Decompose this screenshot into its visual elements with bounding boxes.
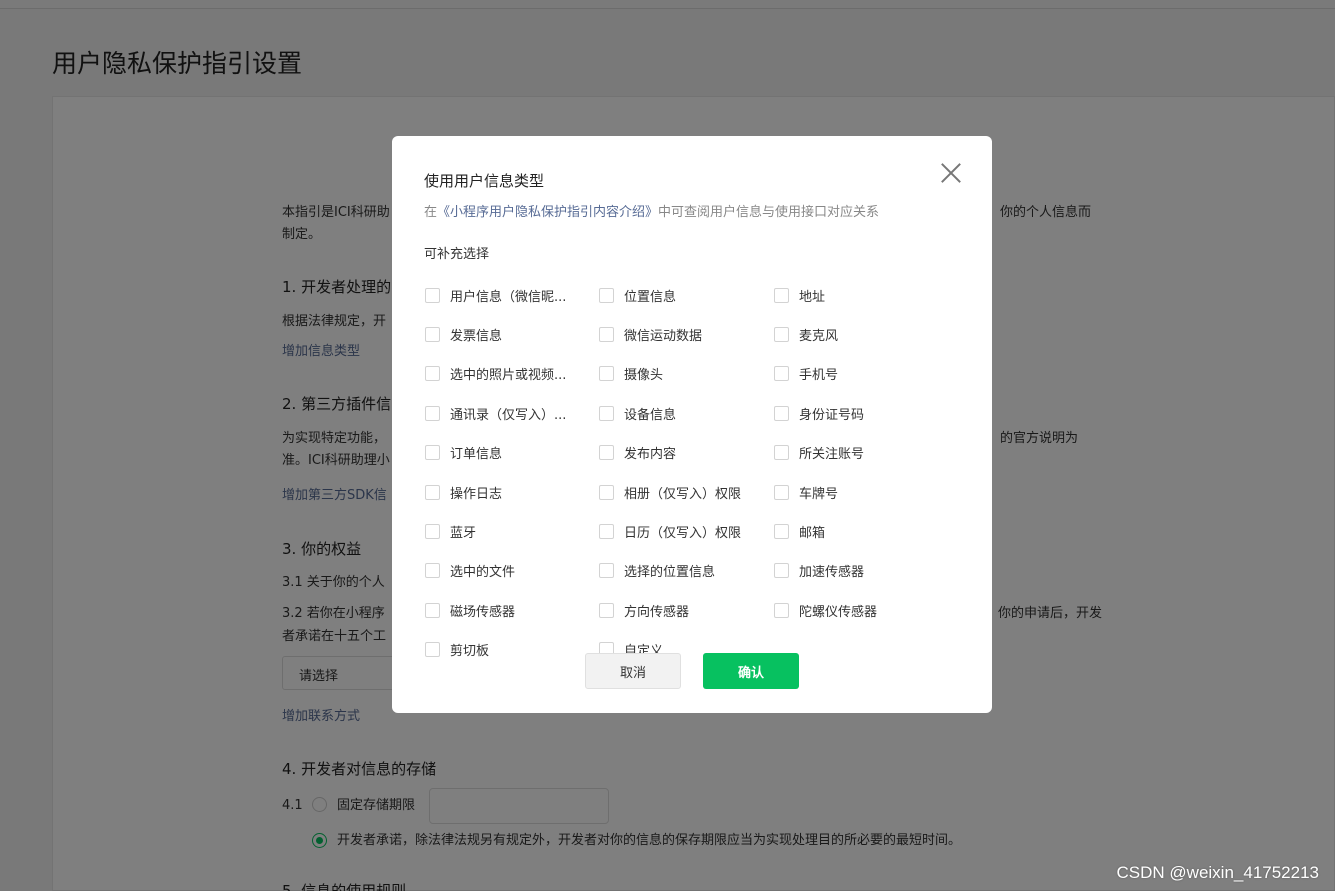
checkbox[interactable] [425, 326, 440, 342]
checkbox[interactable] [774, 563, 789, 579]
checkbox[interactable] [774, 287, 789, 303]
option-label: 所关注账号 [799, 447, 865, 463]
checkbox[interactable] [599, 523, 614, 539]
option-label: 选中的文件 [450, 565, 516, 581]
info-type-option[interactable]: 位置信息 [599, 285, 676, 305]
info-type-option[interactable]: 摄像头 [599, 364, 663, 384]
info-type-option[interactable]: 陀螺仪传感器 [774, 600, 877, 620]
option-label: 订单信息 [450, 447, 503, 463]
info-type-option[interactable]: 选中的照片或视频... [425, 364, 566, 384]
checkbox[interactable] [599, 484, 614, 500]
checkbox[interactable] [774, 405, 789, 421]
checkbox[interactable] [599, 405, 614, 421]
info-type-option[interactable]: 蓝牙 [425, 521, 476, 541]
checkbox[interactable] [774, 602, 789, 618]
info-type-option[interactable]: 车牌号 [774, 482, 838, 502]
cancel-button[interactable]: 取消 [585, 653, 681, 689]
info-type-option[interactable]: 操作日志 [425, 482, 502, 502]
option-label: 操作日志 [450, 486, 503, 502]
info-type-option[interactable]: 选中的文件 [425, 561, 515, 581]
info-type-option[interactable]: 磁场传感器 [425, 600, 515, 620]
info-type-option[interactable]: 通讯录（仅写入）... [425, 403, 566, 423]
option-label: 车牌号 [799, 486, 839, 502]
checkbox[interactable] [774, 523, 789, 539]
info-type-dialog: 使用用户信息类型 在《小程序用户隐私保护指引内容介绍》中可查阅用户信息与使用接口… [392, 136, 992, 713]
info-type-option[interactable]: 相册（仅写入）权限 [599, 482, 741, 502]
subtitle-suffix: 中可查阅用户信息与使用接口对应关系 [658, 205, 880, 220]
option-label: 方向传感器 [624, 604, 690, 620]
option-label: 日历（仅写入）权限 [624, 525, 742, 541]
option-label: 发票信息 [450, 328, 503, 344]
checkbox[interactable] [425, 366, 440, 382]
checkbox[interactable] [425, 405, 440, 421]
checkbox[interactable] [774, 445, 789, 461]
option-label: 设备信息 [624, 407, 677, 423]
privacy-guide-link[interactable]: 《小程序用户隐私保护指引内容介绍》 [437, 205, 658, 220]
checkbox[interactable] [774, 326, 789, 342]
checkbox[interactable] [425, 484, 440, 500]
option-label: 剪切板 [450, 644, 490, 660]
info-type-option[interactable]: 日历（仅写入）权限 [599, 521, 741, 541]
option-label: 通讯录（仅写入）... [450, 407, 567, 423]
info-type-option[interactable]: 麦克风 [774, 324, 838, 344]
dialog-title: 使用用户信息类型 [424, 172, 545, 190]
checkbox[interactable] [425, 602, 440, 618]
info-type-option[interactable]: 加速传感器 [774, 561, 864, 581]
option-label: 地址 [799, 289, 826, 305]
checkbox[interactable] [599, 326, 614, 342]
option-label: 微信运动数据 [624, 328, 703, 344]
checkbox[interactable] [599, 563, 614, 579]
checkbox[interactable] [599, 366, 614, 382]
checkbox[interactable] [774, 366, 789, 382]
optional-section-label: 可补充选择 [424, 247, 490, 262]
checkbox[interactable] [425, 287, 440, 303]
option-label: 手机号 [799, 368, 839, 384]
info-type-option[interactable]: 选择的位置信息 [599, 561, 715, 581]
info-type-option[interactable]: 微信运动数据 [599, 324, 702, 344]
info-type-option[interactable]: 发票信息 [425, 324, 502, 344]
option-label: 选中的照片或视频... [450, 368, 567, 384]
option-label: 蓝牙 [450, 525, 477, 541]
watermark: CSDN @weixin_41752213 [1116, 863, 1319, 882]
option-label: 邮箱 [799, 525, 826, 541]
info-type-option[interactable]: 地址 [774, 285, 825, 305]
subtitle-prefix: 在 [424, 205, 438, 220]
info-type-option[interactable]: 设备信息 [599, 403, 676, 423]
info-type-option[interactable]: 订单信息 [425, 443, 502, 463]
info-type-option[interactable]: 用户信息（微信昵... [425, 285, 566, 305]
info-type-option[interactable]: 方向传感器 [599, 600, 689, 620]
option-label: 发布内容 [624, 447, 677, 463]
option-label: 选择的位置信息 [624, 565, 716, 581]
option-label: 麦克风 [799, 328, 839, 344]
option-label: 身份证号码 [799, 407, 865, 423]
info-type-option[interactable]: 剪切板 [425, 640, 489, 660]
checkbox[interactable] [425, 563, 440, 579]
checkbox[interactable] [599, 287, 614, 303]
info-type-option[interactable]: 发布内容 [599, 443, 676, 463]
option-label: 用户信息（微信昵... [450, 289, 567, 305]
checkbox[interactable] [425, 523, 440, 539]
option-label: 位置信息 [624, 289, 677, 305]
option-label: 摄像头 [624, 368, 664, 384]
info-type-option[interactable]: 身份证号码 [774, 403, 864, 423]
option-label: 磁场传感器 [450, 604, 516, 620]
option-label: 陀螺仪传感器 [799, 604, 878, 620]
option-label: 加速传感器 [799, 565, 865, 581]
checkbox[interactable] [425, 445, 440, 461]
checkbox[interactable] [599, 445, 614, 461]
checkbox[interactable] [599, 602, 614, 618]
dialog-subtitle: 在《小程序用户隐私保护指引内容介绍》中可查阅用户信息与使用接口对应关系 [424, 201, 879, 220]
checkbox[interactable] [425, 642, 440, 658]
close-icon[interactable] [938, 160, 964, 186]
info-type-option[interactable]: 手机号 [774, 364, 838, 384]
confirm-button[interactable]: 确认 [703, 653, 799, 689]
checkbox[interactable] [774, 484, 789, 500]
info-type-option[interactable]: 邮箱 [774, 521, 825, 541]
info-type-option[interactable]: 所关注账号 [774, 443, 864, 463]
option-label: 相册（仅写入）权限 [624, 486, 742, 502]
